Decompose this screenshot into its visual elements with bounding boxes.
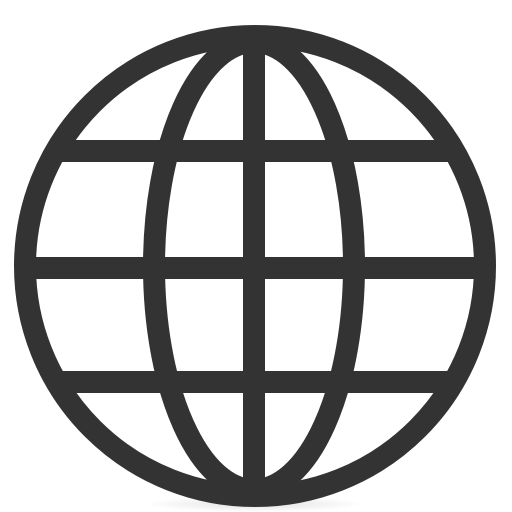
icon-canvas [0, 0, 512, 512]
globe-grid [14, 25, 496, 507]
globe-icon [14, 25, 496, 512]
